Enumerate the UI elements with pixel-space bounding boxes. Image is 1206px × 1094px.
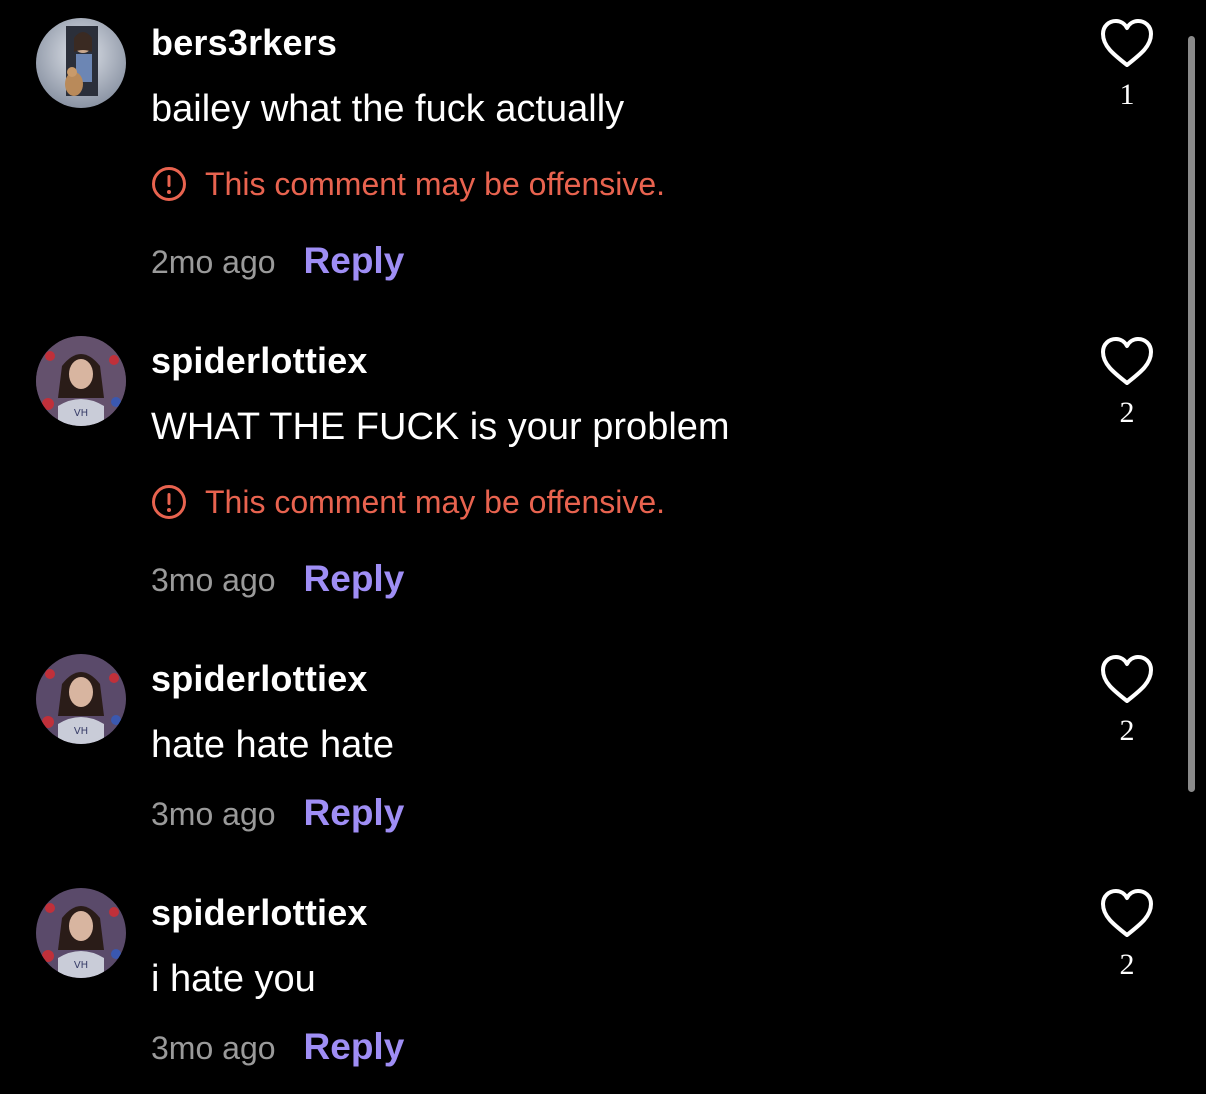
offensive-warning: This comment may be offensive. [151,164,665,204]
comment-username[interactable]: bers3rkers [151,22,337,64]
warning-text: This comment may be offensive. [205,483,666,520]
warning-text: This comment may be offensive. [205,165,666,202]
heart-outline-icon[interactable] [1099,888,1155,940]
heart-outline-icon[interactable] [1099,654,1155,706]
comment-text: bailey what the fuck actually [151,88,625,130]
timestamp: 3mo ago [151,1030,276,1066]
comment-meta: 3mo ago Reply [151,792,404,834]
comment-username[interactable]: spiderlottiex [151,340,368,382]
svg-text:VH: VH [74,726,88,737]
like-count: 1 [1119,78,1135,111]
like-count: 2 [1119,714,1135,747]
reply-button[interactable]: Reply [304,1026,405,1068]
comment-text: WHAT THE FUCK is your problem [151,406,730,448]
reply-button[interactable]: Reply [304,558,405,600]
svg-text:VH: VH [74,960,88,971]
alert-circle-icon [152,167,186,201]
timestamp: 3mo ago [151,796,276,832]
like-control: 2 [1097,654,1157,748]
like-control: 2 [1097,336,1157,430]
avatar[interactable]: VH [36,888,126,978]
comment-username[interactable]: spiderlottiex [151,658,368,700]
comment-meta: 2mo ago Reply [151,240,404,282]
comment-text: hate hate hate [151,724,394,766]
like-control: 2 [1097,888,1157,982]
avatar[interactable]: VH [36,654,126,744]
heart-outline-icon[interactable] [1099,18,1155,70]
comment-meta: 3mo ago Reply [151,1026,404,1068]
comment-text: i hate you [151,958,316,1000]
timestamp: 3mo ago [151,562,276,598]
reply-button[interactable]: Reply [304,240,405,282]
like-count: 2 [1119,948,1135,981]
avatar[interactable]: VH [36,336,126,426]
svg-text:VH: VH [74,408,88,419]
reply-button[interactable]: Reply [304,792,405,834]
comment-meta: 3mo ago Reply [151,558,404,600]
like-control: 1 [1097,18,1157,112]
comment-username[interactable]: spiderlottiex [151,892,368,934]
alert-circle-icon [152,485,186,519]
heart-outline-icon[interactable] [1099,336,1155,388]
offensive-warning: This comment may be offensive. [151,482,665,522]
scrollbar[interactable] [1188,36,1195,792]
avatar[interactable] [36,18,126,108]
timestamp: 2mo ago [151,244,276,280]
like-count: 2 [1119,396,1135,429]
